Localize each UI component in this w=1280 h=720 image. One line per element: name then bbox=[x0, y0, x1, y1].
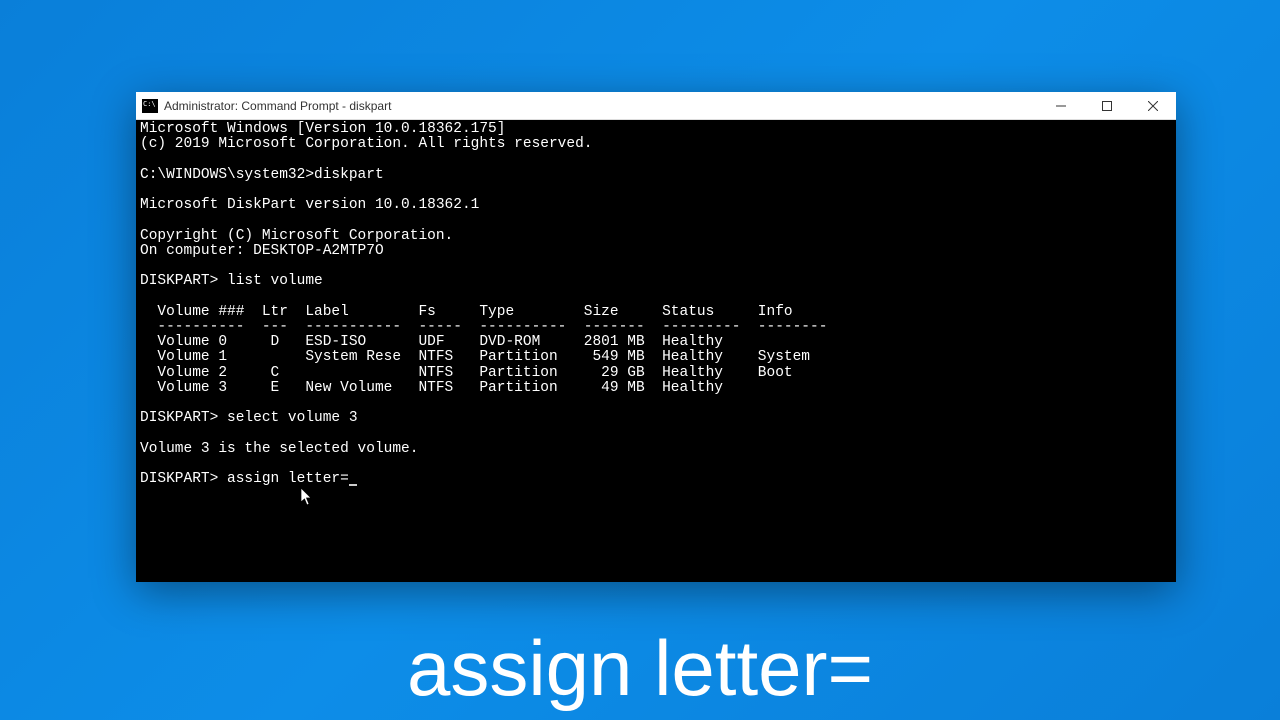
close-button[interactable] bbox=[1130, 92, 1176, 120]
cmd-icon bbox=[142, 99, 158, 113]
volume-table-header: Volume ### Ltr Label Fs Type Size Status… bbox=[140, 304, 793, 320]
volume-table-row: Volume 1 System Rese NTFS Partition 549 … bbox=[140, 349, 810, 365]
volume-table-row: Volume 2 C NTFS Partition 29 GB Healthy … bbox=[140, 365, 793, 381]
terminal-line: DISKPART> list volume bbox=[140, 273, 323, 289]
text-cursor bbox=[349, 484, 357, 486]
terminal-current-command: DISKPART> assign letter= bbox=[140, 471, 349, 487]
terminal-line: C:\WINDOWS\system32>diskpart bbox=[140, 167, 384, 183]
window-title: Administrator: Command Prompt - diskpart bbox=[164, 99, 391, 113]
command-prompt-window: Administrator: Command Prompt - diskpart… bbox=[136, 92, 1176, 582]
volume-table-row: Volume 0 D ESD-ISO UDF DVD-ROM 2801 MB H… bbox=[140, 334, 723, 350]
maximize-button[interactable] bbox=[1084, 92, 1130, 120]
terminal-line: Microsoft DiskPart version 10.0.18362.1 bbox=[140, 197, 479, 213]
terminal-line: DISKPART> select volume 3 bbox=[140, 410, 358, 426]
terminal-output[interactable]: Microsoft Windows [Version 10.0.18362.17… bbox=[136, 120, 1176, 582]
terminal-line: On computer: DESKTOP-A2MTP7O bbox=[140, 243, 384, 259]
terminal-line: (c) 2019 Microsoft Corporation. All righ… bbox=[140, 136, 592, 152]
close-icon bbox=[1148, 101, 1158, 111]
terminal-line: Copyright (C) Microsoft Corporation. bbox=[140, 228, 453, 244]
terminal-line: Microsoft Windows [Version 10.0.18362.17… bbox=[140, 121, 505, 137]
terminal-line: Volume 3 is the selected volume. bbox=[140, 441, 418, 457]
minimize-button[interactable] bbox=[1038, 92, 1084, 120]
titlebar[interactable]: Administrator: Command Prompt - diskpart bbox=[136, 92, 1176, 120]
minimize-icon bbox=[1056, 101, 1066, 111]
volume-table-row: Volume 3 E New Volume NTFS Partition 49 … bbox=[140, 380, 723, 396]
volume-table-divider: ---------- --- ----------- ----- -------… bbox=[140, 319, 827, 335]
video-caption: assign letter= bbox=[0, 623, 1280, 714]
maximize-icon bbox=[1102, 101, 1112, 111]
